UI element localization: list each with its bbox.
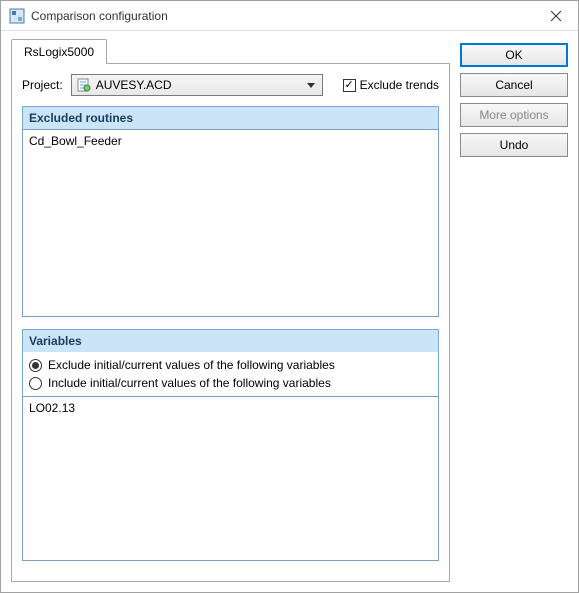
radio-include-label: Include initial/current values of the fo… (48, 376, 331, 390)
tab-rslogix5000[interactable]: RsLogix5000 (11, 39, 107, 64)
radio-icon (29, 359, 42, 372)
project-value: AUVESY.ACD (96, 78, 304, 92)
tab-strip: RsLogix5000 (11, 39, 450, 63)
titlebar: Comparison configuration (1, 1, 578, 31)
project-combo[interactable]: AUVESY.ACD (71, 74, 323, 96)
check-icon: ✓ (343, 79, 356, 92)
cancel-button[interactable]: Cancel (460, 73, 568, 97)
ok-button[interactable]: OK (460, 43, 568, 67)
variables-list[interactable]: LO02.13 (22, 396, 439, 561)
dialog-window: Comparison configuration RsLogix5000 Pro… (0, 0, 579, 593)
exclude-trends-label: Exclude trends (360, 78, 439, 92)
chevron-down-icon (304, 83, 318, 88)
project-row: Project: AUVESY.ACD (22, 74, 439, 96)
close-icon (551, 11, 561, 21)
dialog-body: RsLogix5000 Project: AUVESY.ACD (1, 31, 578, 592)
app-icon (9, 8, 25, 24)
project-label: Project: (22, 78, 63, 92)
main-column: RsLogix5000 Project: AUVESY.ACD (11, 39, 450, 582)
more-options-button[interactable]: More options (460, 103, 568, 127)
list-item[interactable]: LO02.13 (29, 401, 432, 415)
radio-icon (29, 377, 42, 390)
exclude-trends-checkbox[interactable]: ✓ Exclude trends (343, 78, 439, 92)
radio-exclude-label: Exclude initial/current values of the fo… (48, 358, 335, 372)
radio-include[interactable]: Include initial/current values of the fo… (29, 376, 432, 390)
excluded-routines-list[interactable]: Cd_Bowl_Feeder (22, 129, 439, 317)
excluded-routines-header: Excluded routines (22, 106, 439, 129)
variables-radio-group: Exclude initial/current values of the fo… (22, 352, 439, 396)
close-button[interactable] (533, 1, 578, 31)
file-icon (76, 77, 92, 93)
radio-exclude[interactable]: Exclude initial/current values of the fo… (29, 358, 432, 372)
list-item[interactable]: Cd_Bowl_Feeder (29, 134, 432, 148)
undo-button[interactable]: Undo (460, 133, 568, 157)
button-column: OK Cancel More options Undo (460, 39, 568, 582)
dialog-title: Comparison configuration (31, 9, 533, 23)
variables-header: Variables (22, 329, 439, 352)
tab-panel: Project: AUVESY.ACD (11, 63, 450, 582)
